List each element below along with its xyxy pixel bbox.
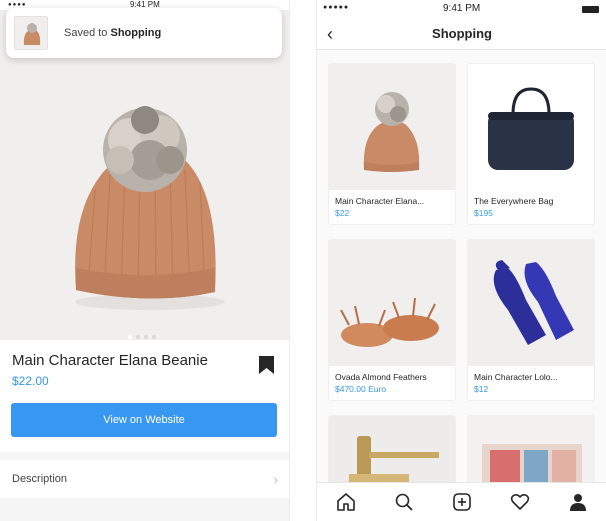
profile-icon[interactable] [564,488,592,516]
toast-text: Saved to Shopping [64,27,161,39]
toast-prefix: Saved to [64,27,111,39]
description-label: Description [12,473,68,485]
product-name: Ovada Almond Feathers [335,372,427,382]
tab-bar [317,482,606,521]
product-grid: Main Character Elana... $22 The Everywhe… [317,50,606,521]
carousel-dot [128,335,132,339]
bookmark-icon[interactable] [258,355,275,375]
product-name: The Everywhere Bag [474,196,554,206]
product-thumbnail [329,64,455,190]
product-price: $22.00 [12,374,49,388]
shopping-collection-screen: ●●●●● 9:41 PM ‹ Shopping Main Character … [316,0,606,521]
description-row[interactable]: Description › [0,460,289,498]
page-title: Shopping [432,26,492,41]
divider [0,452,289,460]
carousel-dot [136,335,140,339]
heart-icon[interactable] [506,488,534,516]
status-time: 9:41 PM [443,3,481,14]
product-price: $12 [474,384,489,394]
product-price: $470.00 Euro [335,384,387,394]
product-card[interactable]: The Everywhere Bag $195 [467,63,595,225]
carousel-dot [152,335,156,339]
product-title: Main Character Elana Beanie [12,352,208,369]
product-image[interactable] [0,10,289,340]
product-name: Main Character Lolo... [474,372,558,382]
product-price: $22 [335,208,350,218]
carousel-dot [144,335,148,339]
product-card[interactable]: Main Character Elana... $22 [328,63,456,225]
product-thumbnail [329,240,455,366]
nav-bar: ‹ Shopping [317,18,606,50]
battery-icon [582,6,599,13]
saved-toast[interactable]: Saved to Shopping [6,8,282,58]
carousel-dots [128,335,156,339]
product-thumbnail [468,240,594,366]
divider [0,498,289,521]
add-icon[interactable] [448,488,476,516]
status-bar: ●●●●● 9:41 PM [317,0,606,18]
product-detail-screen: ●●●● 9:41 PM Saved to Shopping Main Char… [0,0,290,521]
product-thumbnail [468,64,594,190]
product-price: $195 [474,208,493,218]
toast-collection[interactable]: Shopping [110,27,161,39]
signal-icon: ●●●●● [323,4,350,11]
home-icon[interactable] [332,488,360,516]
product-card[interactable]: Ovada Almond Feathers $470.00 Euro [328,239,456,401]
product-name: Main Character Elana... [335,196,425,206]
chevron-right-icon: › [273,471,278,487]
view-on-website-button[interactable]: View on Website [11,403,277,437]
product-card[interactable]: Main Character Lolo... $12 [467,239,595,401]
toast-thumbnail [14,16,48,50]
search-icon[interactable] [390,488,418,516]
